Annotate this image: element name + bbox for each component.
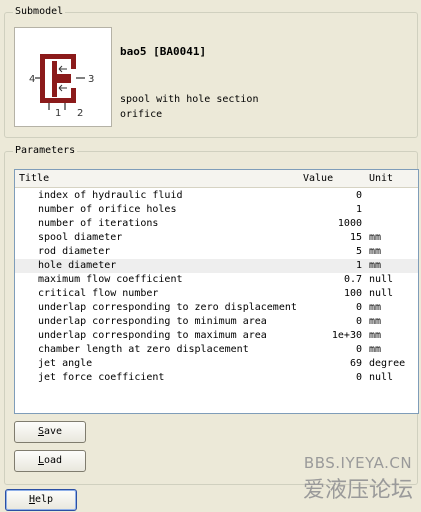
parameter-value: 69 <box>349 358 362 369</box>
port-label-4: 4 <box>29 74 35 85</box>
parameter-value: 100 <box>343 288 362 299</box>
table-row[interactable]: chamber length at zero displacement 0 mm <box>15 343 418 357</box>
table-row[interactable]: jet force coefficient 0 null <box>15 371 418 385</box>
parameter-value: 1000 <box>337 218 362 229</box>
table-row[interactable]: number of iterations 1000 <box>15 217 418 231</box>
parameter-title: spool diameter <box>38 232 123 243</box>
parameter-title: index of hydraulic fluid <box>38 190 183 201</box>
parameter-value: 0 <box>355 344 362 355</box>
parameters-table[interactable]: Title Value Unit index of hydraulic flui… <box>14 169 419 414</box>
parameter-unit: mm <box>369 344 382 355</box>
parameter-value: 5 <box>355 246 362 257</box>
parameter-unit: null <box>369 274 394 285</box>
table-row[interactable]: critical flow number 100 null <box>15 287 418 301</box>
parameter-title: underlap corresponding to maximum area <box>38 330 267 341</box>
parameter-title: chamber length at zero displacement <box>38 344 249 355</box>
parameter-unit: mm <box>369 330 382 341</box>
column-header-title[interactable]: Title <box>19 173 49 184</box>
table-row[interactable]: number of orifice holes 1 <box>15 203 418 217</box>
description-line: orifice <box>120 109 163 120</box>
parameter-value: 15 <box>349 232 362 243</box>
parameter-value: 0 <box>355 190 362 201</box>
table-row[interactable]: maximum flow coefficient 0.7 null <box>15 273 418 287</box>
table-row[interactable]: spool diameter 15 mm <box>15 231 418 245</box>
parameter-title: underlap corresponding to zero displacem… <box>38 302 297 313</box>
table-row[interactable]: underlap corresponding to maximum area 1e… <box>15 329 418 343</box>
parameter-title: maximum flow coefficient <box>38 274 183 285</box>
table-header: Title Value Unit <box>15 170 418 188</box>
table-row[interactable]: index of hydraulic fluid 0 <box>15 189 418 203</box>
parameter-value: 0 <box>355 302 362 313</box>
description-line: spool with hole section <box>120 94 259 105</box>
load-button[interactable]: Load <box>14 450 86 472</box>
parameter-unit: mm <box>369 316 382 327</box>
submodel-name: bao5 [BA0041] <box>120 45 207 58</box>
parameter-value: 0 <box>355 372 362 383</box>
parameter-value: 1 <box>355 260 362 271</box>
parameters-legend: Parameters <box>13 144 78 158</box>
parameter-value: 0 <box>355 316 362 327</box>
table-row[interactable]: underlap corresponding to zero displacem… <box>15 301 418 315</box>
save-label: ave <box>43 426 63 437</box>
parameter-unit: null <box>369 372 394 383</box>
parameter-title: number of iterations <box>38 218 159 229</box>
port-label-3: 3 <box>88 74 94 85</box>
parameter-title: underlap corresponding to minimum area <box>38 316 267 327</box>
load-label: oad <box>43 455 63 466</box>
parameter-title: critical flow number <box>38 288 159 299</box>
parameter-title: rod diameter <box>38 246 111 257</box>
parameter-unit: mm <box>369 302 382 313</box>
table-row[interactable]: jet angle 69 degree <box>15 357 418 371</box>
parameter-unit: mm <box>369 246 382 257</box>
parameter-unit: mm <box>369 260 382 271</box>
parameter-title: number of orifice holes <box>38 204 177 215</box>
help-label: elp <box>34 494 54 505</box>
watermark-url: BBS.IYEYA.CN <box>303 454 413 472</box>
parameter-title: jet angle <box>38 358 93 369</box>
submodel-description: spool with hole section orifice <box>120 92 320 122</box>
save-button[interactable]: Save <box>14 421 86 443</box>
submodel-icon: 4 3 1 2 <box>14 27 112 127</box>
parameter-unit: mm <box>369 232 382 243</box>
parameter-value: 0.7 <box>343 274 362 285</box>
table-row[interactable]: underlap corresponding to minimum area 0 m… <box>15 315 418 329</box>
parameter-title: jet force coefficient <box>38 372 165 383</box>
column-header-unit[interactable]: Unit <box>369 173 393 184</box>
submodel-legend: Submodel <box>13 5 66 19</box>
parameter-unit: degree <box>369 358 406 369</box>
watermark-text: 爱液压论坛 <box>302 478 413 503</box>
port-label-1: 1 <box>55 108 61 119</box>
table-row[interactable]: hole diameter 1 mm <box>15 259 418 273</box>
port-label-2: 2 <box>77 108 83 119</box>
watermark: BBS.IYEYA.CN 爱液压论坛 <box>303 454 413 504</box>
parameter-value: 1e+30 <box>331 330 362 341</box>
parameter-value: 1 <box>355 204 362 215</box>
help-button[interactable]: Help <box>5 489 77 511</box>
parameter-title: hole diameter <box>38 260 117 271</box>
column-header-value[interactable]: Value <box>303 173 333 184</box>
table-row[interactable]: rod diameter 5 mm <box>15 245 418 259</box>
parameter-unit: null <box>369 288 394 299</box>
